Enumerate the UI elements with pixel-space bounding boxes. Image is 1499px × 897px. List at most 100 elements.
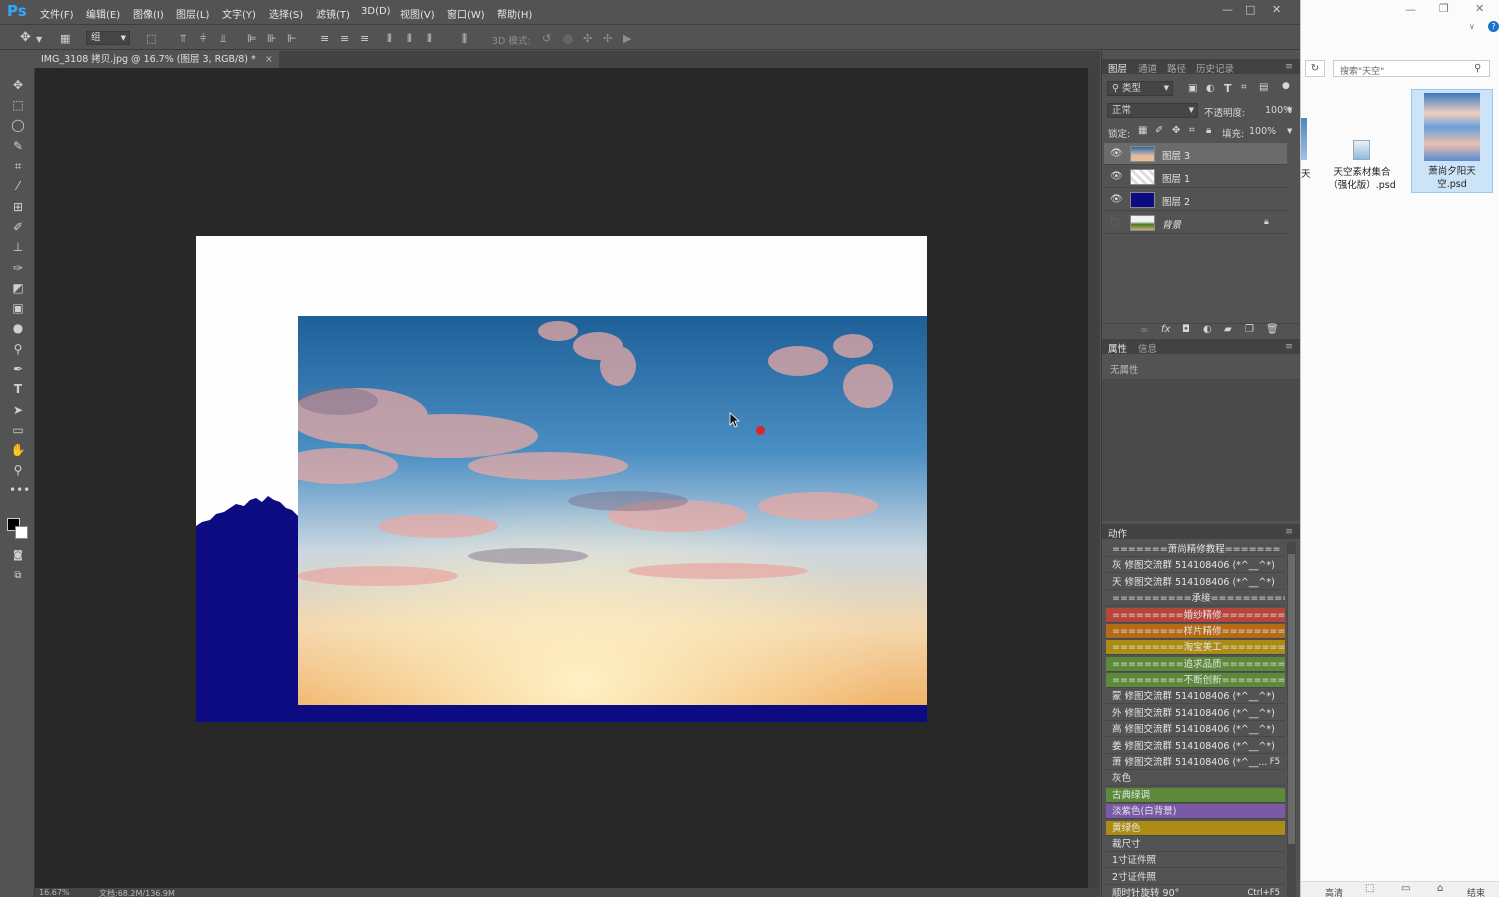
maximize-icon[interactable]: □ (1245, 3, 1255, 16)
tab-actions[interactable]: 动作 (1108, 526, 1127, 540)
actions-scrollbar[interactable] (1287, 542, 1296, 897)
visibility-off-icon[interactable]: □ (1110, 217, 1119, 228)
distribute-hcenter-icon[interactable]: ⦀ (407, 32, 412, 46)
action-item[interactable]: 外 修图交流群 514108406 (*^__^*) (1106, 706, 1285, 721)
action-item[interactable]: =========淘宝美工======== (1106, 640, 1285, 655)
panel-menu-icon[interactable]: ≡ (1285, 341, 1293, 352)
menu-layer[interactable]: 图层(L) (176, 6, 209, 21)
align-right-icon[interactable]: ⊩ (287, 32, 297, 45)
action-item[interactable]: 1寸证件照 (1106, 853, 1285, 868)
document-tab[interactable]: IMG_3108 拷贝.jpg @ 16.7% (图层 3, RGB/8) * … (35, 51, 279, 68)
visibility-eye-icon[interactable]: 👁︎ (1110, 194, 1123, 205)
layer-row-2[interactable]: 👁︎ 图层 2 (1104, 189, 1287, 211)
action-item[interactable]: 裁尺寸 (1106, 837, 1285, 852)
search-box[interactable]: 搜索"天空" ⚲ (1333, 60, 1490, 77)
layer-row-3[interactable]: 👁︎ 图层 3 (1104, 143, 1287, 165)
visibility-eye-icon[interactable]: 👁︎ (1110, 148, 1123, 159)
rectangle-tool-icon[interactable]: ▭ (9, 422, 27, 438)
file-item-selected[interactable]: 萧尚夕阳天空.psd (1411, 89, 1493, 193)
layer-row-1[interactable]: 👁︎ 图层 1 (1104, 166, 1287, 188)
3d-slide-icon[interactable]: ✢ (603, 32, 612, 45)
align-hcenter-icon[interactable]: ⊪ (267, 32, 277, 45)
action-item[interactable]: =========追求品质======== (1106, 657, 1285, 672)
large-icons-view-icon[interactable]: ▭ (1401, 883, 1410, 894)
add-mask-icon[interactable]: ◘ (1182, 324, 1190, 335)
history-brush-tool-icon[interactable]: ✑ (9, 260, 27, 276)
dodge-tool-icon[interactable]: ⚲ (9, 341, 27, 357)
layer-row-background[interactable]: □ 背景 🔒︎ (1104, 212, 1287, 234)
restore-icon[interactable]: ❐ (1439, 2, 1449, 15)
auto-select-icon[interactable]: ▦ (60, 32, 70, 45)
move-tool-icon[interactable]: ✥ (9, 77, 27, 93)
lock-all-icon[interactable]: 🔒︎ (1206, 125, 1211, 136)
details-view-icon[interactable]: ⬚ (1365, 883, 1374, 894)
menu-edit[interactable]: 编辑(E) (86, 6, 120, 21)
menu-filter[interactable]: 滤镜(T) (316, 6, 350, 21)
help-icon[interactable]: ? (1488, 21, 1499, 32)
align-left-icon[interactable]: ⊫ (247, 32, 257, 45)
action-item[interactable]: 黄绿色 (1106, 821, 1285, 836)
tab-paths[interactable]: 路径 (1167, 61, 1186, 75)
distribute-right-icon[interactable]: ⦀ (427, 32, 432, 46)
filter-type-icon[interactable]: T (1224, 82, 1232, 95)
menu-view[interactable]: 视图(V) (400, 6, 435, 21)
align-top-icon[interactable]: ⫪ (180, 32, 186, 46)
adjustment-layer-icon[interactable]: ◐ (1203, 324, 1212, 335)
filter-pixel-icon[interactable]: ▣ (1188, 83, 1197, 94)
gradient-tool-icon[interactable]: ▣ (9, 300, 27, 316)
blend-mode-dropdown[interactable]: 正常 ▼ (1107, 103, 1198, 118)
filter-adjustment-icon[interactable]: ◐ (1206, 83, 1215, 94)
filter-shape-icon[interactable]: ⌗ (1241, 82, 1247, 93)
close-icon[interactable]: ✕ (1475, 2, 1484, 15)
path-select-tool-icon[interactable]: ➤ (9, 402, 27, 418)
tab-properties[interactable]: 属性 (1108, 341, 1127, 355)
lock-position-icon[interactable]: ✥ (1172, 125, 1180, 136)
close-icon[interactable]: ✕ (1272, 3, 1281, 16)
action-item[interactable]: =========样片精修======== (1106, 624, 1285, 639)
action-item[interactable]: 蒙 修图交流群 514108406 (*^__^*) (1106, 689, 1285, 704)
panel-menu-icon[interactable]: ≡ (1285, 61, 1293, 72)
align-vcenter-icon[interactable]: ⫩ (200, 32, 206, 46)
lasso-tool-icon[interactable]: ◯ (9, 117, 27, 133)
chevron-down-icon[interactable]: ∨ (1469, 22, 1475, 31)
3d-rotate-icon[interactable]: ↺ (542, 32, 551, 45)
action-item[interactable]: 灰 修图交流群 514108406 (*^__^*) (1106, 558, 1285, 573)
hand-tool-icon[interactable]: ✋ (9, 442, 27, 458)
menu-file[interactable]: 文件(F) (40, 6, 74, 21)
distribute-top-icon[interactable]: ≡ (320, 32, 329, 45)
psd-file-icon[interactable] (1353, 140, 1370, 160)
action-item[interactable]: 顺时针旋转 90° Ctrl+F5 (1106, 886, 1285, 897)
3d-roll-icon[interactable]: ◎ (563, 32, 573, 45)
scrollbar-thumb[interactable] (1288, 554, 1295, 844)
distribute-vcenter-icon[interactable]: ≡ (340, 32, 349, 45)
tab-history[interactable]: 历史记录 (1196, 61, 1234, 75)
tab-info[interactable]: 信息 (1138, 341, 1157, 355)
type-tool-icon[interactable]: T (9, 381, 27, 397)
quick-mask-icon[interactable]: ◙ (9, 548, 27, 564)
quick-select-tool-icon[interactable]: ✎ (9, 138, 27, 154)
eraser-tool-icon[interactable]: ◩ (9, 280, 27, 296)
brush-tool-icon[interactable]: ✐ (9, 219, 27, 235)
action-item[interactable]: 天 修图交流群 514108406 (*^__^*) (1106, 575, 1285, 590)
crop-tool-icon[interactable]: ⌗ (9, 158, 27, 174)
layer-filter-dropdown[interactable]: ⚲ 类型 ▼ (1107, 81, 1173, 96)
clone-stamp-tool-icon[interactable]: ⊥ (9, 239, 27, 255)
action-item[interactable]: =======萧尚精修教程======= (1106, 542, 1285, 557)
action-item[interactable]: 古典绿调 (1106, 788, 1285, 803)
fill-value[interactable]: 100% (1249, 126, 1276, 137)
3d-scale-icon[interactable]: ▶ (623, 32, 631, 45)
lock-paint-icon[interactable]: ✐ (1155, 125, 1163, 136)
vertical-scrollbar[interactable] (1088, 68, 1100, 888)
chevron-down-icon[interactable]: ▼ (36, 35, 42, 44)
screen-mode-icon[interactable]: ⧉ (9, 568, 27, 584)
menu-type[interactable]: 文字(Y) (222, 6, 256, 21)
action-item[interactable]: 姜 修图交流群 514108406 (*^__^*) (1106, 739, 1285, 754)
fx-icon[interactable]: fx (1161, 324, 1170, 335)
action-item[interactable]: 高 修图交流群 514108406 (*^__^*) (1106, 722, 1285, 737)
minimize-icon[interactable]: — (1222, 3, 1233, 16)
filter-toggle-icon[interactable]: ● (1282, 81, 1290, 91)
move-tool-icon[interactable]: ✥ (20, 30, 31, 45)
action-item[interactable]: =========不断创新======== (1106, 673, 1285, 688)
background-color-swatch[interactable] (15, 526, 28, 539)
marquee-tool-icon[interactable]: ⬚ (9, 97, 27, 113)
